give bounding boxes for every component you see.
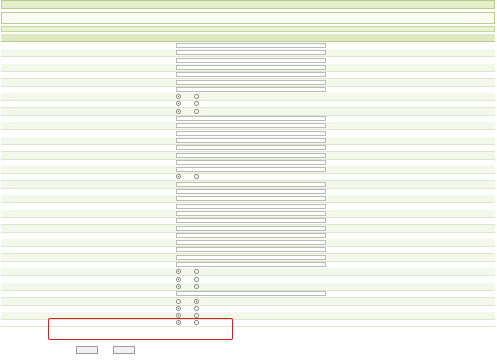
setting-input[interactable] [176, 86, 326, 92]
radio-yes[interactable] [176, 174, 181, 180]
setting-input[interactable] [176, 291, 326, 297]
setting-input[interactable] [176, 247, 326, 253]
radio-no[interactable] [194, 269, 199, 275]
settings-tab-menu [1, 12, 495, 24]
radio-yes[interactable] [176, 298, 181, 304]
setting-input[interactable] [176, 145, 326, 151]
radio-no[interactable] [194, 94, 199, 100]
setting-input[interactable] [176, 152, 326, 158]
setting-input[interactable] [176, 167, 326, 173]
setting-input[interactable] [176, 225, 326, 231]
setting-input[interactable] [176, 210, 326, 216]
setting-input[interactable] [176, 130, 326, 136]
setting-input[interactable] [176, 218, 326, 224]
setting-input[interactable] [176, 43, 326, 48]
radio-no[interactable] [194, 305, 199, 311]
radio-yes[interactable] [176, 269, 181, 275]
setting-input[interactable] [176, 79, 326, 85]
setting-input[interactable] [176, 50, 326, 56]
setting-input[interactable] [176, 64, 326, 70]
radio-no[interactable] [194, 174, 199, 180]
radio-yes[interactable] [176, 108, 181, 114]
radio-yes[interactable] [176, 283, 181, 289]
window-title-bar [1, 0, 495, 9]
highlight-box [48, 318, 233, 340]
setting-input[interactable] [176, 262, 326, 267]
radio-no[interactable] [194, 101, 199, 107]
setting-input[interactable] [176, 137, 326, 143]
radio-yes[interactable] [176, 101, 181, 107]
settings-table [1, 34, 495, 344]
radio-no[interactable] [194, 108, 199, 114]
radio-no[interactable] [194, 276, 199, 282]
setting-input[interactable] [176, 72, 326, 78]
sub-header-bar [1, 26, 495, 32]
setting-input[interactable] [176, 189, 326, 194]
setting-input[interactable] [176, 196, 326, 202]
save-button[interactable] [76, 346, 98, 354]
setting-input[interactable] [176, 254, 326, 260]
table-header [1, 34, 495, 42]
setting-input[interactable] [176, 123, 326, 129]
radio-yes[interactable] [176, 94, 181, 100]
radio-no[interactable] [194, 298, 199, 304]
radio-yes[interactable] [176, 276, 181, 282]
radio-yes[interactable] [176, 305, 181, 311]
setting-input[interactable] [176, 240, 326, 246]
setting-input[interactable] [176, 203, 326, 209]
setting-input[interactable] [176, 57, 326, 63]
setting-input[interactable] [176, 181, 326, 187]
setting-input[interactable] [176, 116, 326, 121]
radio-no[interactable] [194, 283, 199, 289]
setting-input[interactable] [176, 232, 326, 238]
setting-input[interactable] [176, 159, 326, 165]
reset-button[interactable] [113, 346, 135, 354]
